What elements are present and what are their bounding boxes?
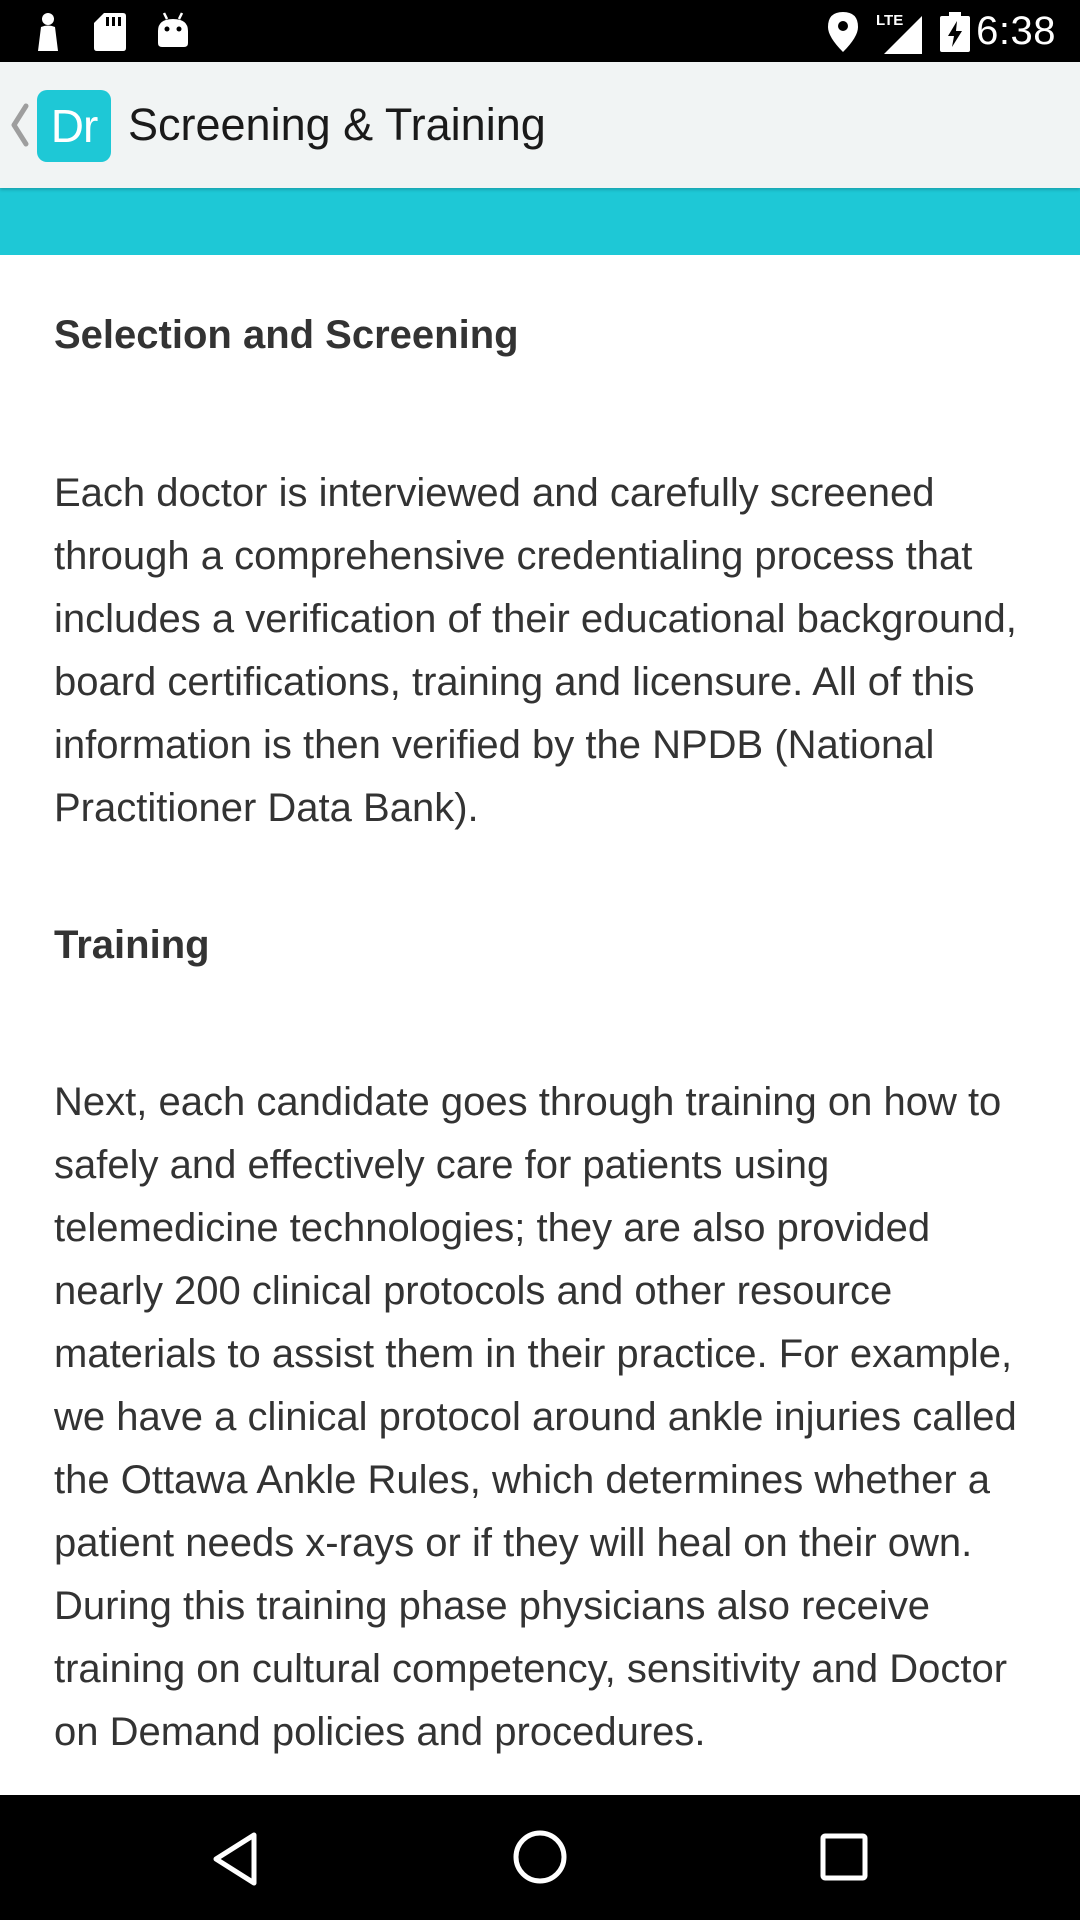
recents-square-icon[interactable] (820, 1833, 868, 1881)
svg-text:LTE: LTE (876, 12, 903, 29)
page-title: Screening & Training (128, 99, 546, 150)
lte-signal-icon: LTE (876, 12, 922, 54)
navigation-bar (0, 1795, 1080, 1920)
hero-title: Doctors (54, 188, 273, 210)
chevron-left-icon[interactable] (8, 102, 30, 148)
section-body-selection: Each doctor is interviewed and carefully… (54, 471, 1017, 830)
article-content[interactable]: Selection and Screening Each doctor is i… (54, 255, 1034, 1795)
battery-charging-icon (940, 12, 970, 52)
section-body-training: Next, each candidate goes through traini… (54, 1080, 1017, 1754)
person-icon (38, 13, 58, 51)
sd-card-icon (94, 13, 126, 51)
status-time: 6:38 (976, 9, 1056, 53)
status-bar: LTE 6:38 (0, 0, 1080, 62)
back-triangle-icon[interactable] (210, 1831, 260, 1887)
home-circle-icon[interactable] (512, 1829, 568, 1885)
hero-banner: Doctors (0, 188, 1080, 255)
android-debug-icon (158, 12, 188, 47)
section-heading-training: Training (54, 923, 210, 967)
app-bar: Dr Screening & Training (0, 62, 1080, 188)
location-icon (828, 12, 858, 52)
app-logo[interactable]: Dr (37, 90, 111, 162)
section-heading-selection: Selection and Screening (54, 313, 519, 357)
screen: LTE 6:38 Dr Screening & Training Doctors… (0, 0, 1080, 1920)
